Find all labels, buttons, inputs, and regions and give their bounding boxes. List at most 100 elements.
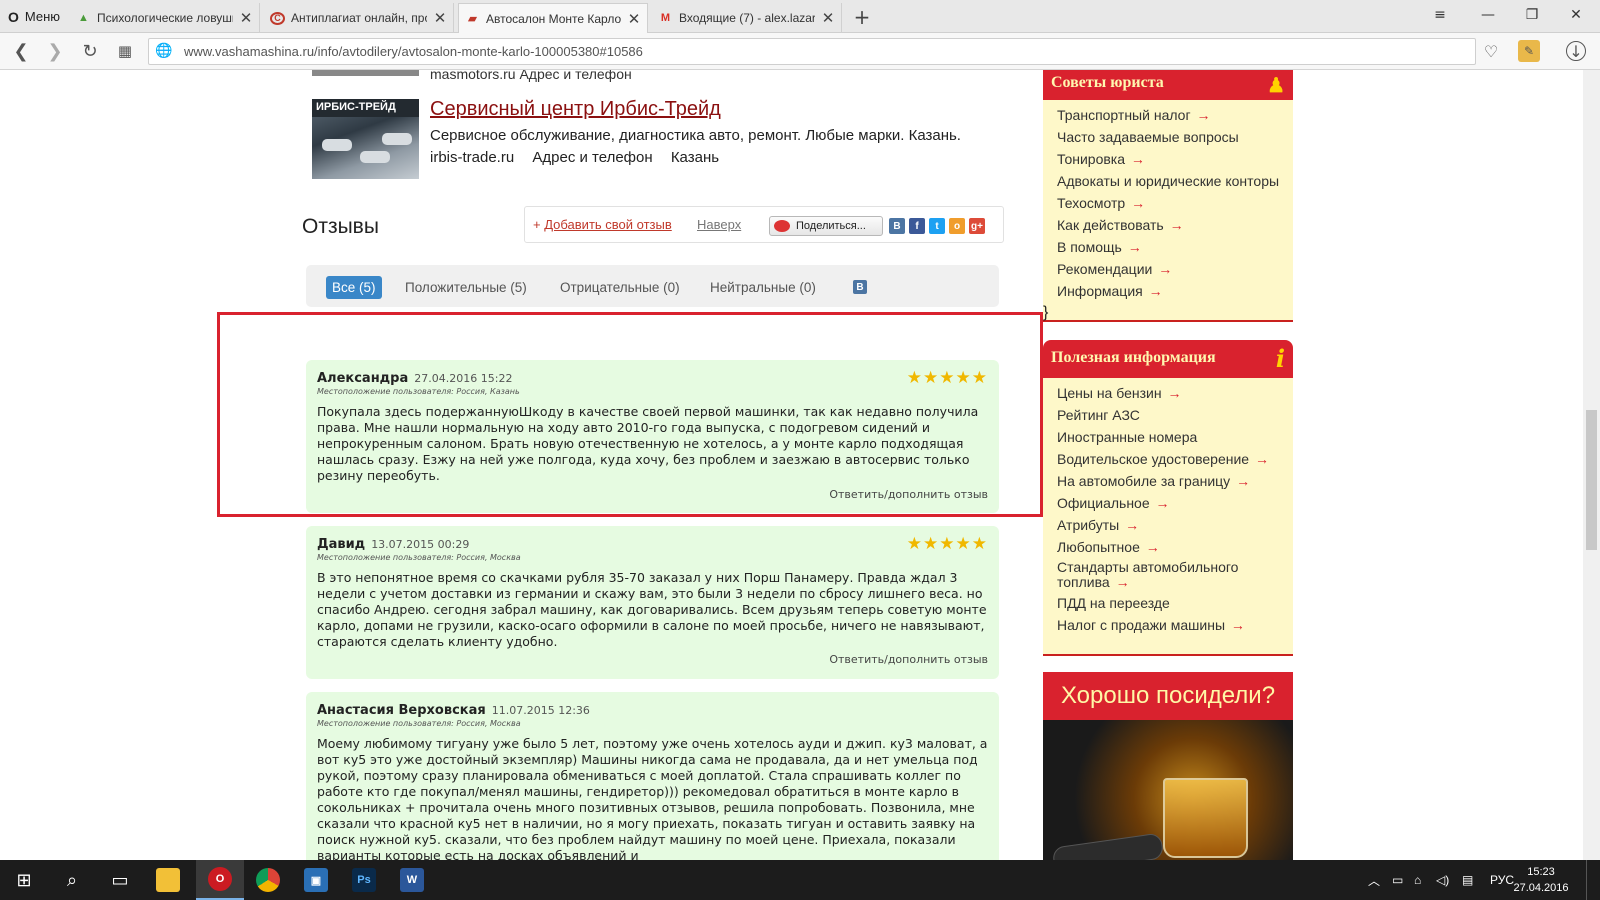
close-tab-icon[interactable]: ✕ xyxy=(433,9,447,27)
sidebar-item[interactable]: ПДД на переезде xyxy=(1057,594,1293,612)
tab-psychology[interactable]: ▲ Психологические ловушк ✕ xyxy=(70,3,260,33)
advert-banner[interactable]: Хорошо посидели? xyxy=(1043,672,1293,860)
opera-menu-button[interactable]: O Меню xyxy=(0,0,66,33)
service-center-meta: irbis-trade.ru Адрес и телефон Казань xyxy=(430,149,733,166)
sidebar-item[interactable]: Цены на бензин → xyxy=(1057,384,1293,402)
arrow-right-icon: → xyxy=(1125,517,1140,533)
back-icon[interactable]: ❮ xyxy=(8,38,34,64)
sidebar-item-label: Цены на бензин xyxy=(1057,385,1162,401)
arrow-right-icon: → xyxy=(1145,539,1160,555)
system-clock[interactable]: 15:23 27.04.2016 xyxy=(1506,864,1576,896)
sidebar-item-label: Как действовать xyxy=(1057,217,1164,233)
service-center-description: Сервисное обслуживание, диагностика авто… xyxy=(430,127,961,144)
url-text: www.vashamashina.ru/info/avtodilery/avto… xyxy=(184,44,643,59)
opera-logo-icon: O xyxy=(8,8,19,25)
tab-title: Антиплагиат онлайн, про xyxy=(291,11,427,25)
service-center-title-link[interactable]: Сервисный центр Ирбис-Трейд xyxy=(430,98,721,121)
tab-menu-icon[interactable]: ≡ xyxy=(1418,0,1462,30)
filter-negative[interactable]: Отрицательные (0) xyxy=(554,276,686,299)
sidebar-item[interactable]: Часто задаваемые вопросы xyxy=(1057,128,1293,146)
photoshop-taskbar-icon[interactable]: Ps xyxy=(340,860,388,900)
sidebar-info-list: Цены на бензин → Рейтинг АЗС Иностранные… xyxy=(1043,378,1293,634)
close-tab-icon[interactable]: ✕ xyxy=(627,10,641,28)
sidebar-item[interactable]: Официальное → xyxy=(1057,494,1293,512)
odnoklassniki-share-icon[interactable]: o xyxy=(949,218,965,234)
sidebar-item-label: Иностранные номера xyxy=(1057,429,1198,445)
sidebar-item[interactable]: Иностранные номера xyxy=(1057,428,1293,446)
battery-icon[interactable]: ▭ xyxy=(1392,860,1403,900)
new-tab-icon[interactable]: + xyxy=(852,5,872,29)
sidebar-item[interactable]: Информация → xyxy=(1057,282,1293,300)
sidebar-item[interactable]: Любопытное → xyxy=(1057,538,1293,556)
filter-neutral[interactable]: Нейтральные (0) xyxy=(704,276,822,299)
sidebar-item-label: Любопытное xyxy=(1057,539,1140,555)
speed-dial-grid-icon[interactable]: ▦ xyxy=(112,38,138,64)
sidebar-item[interactable]: Рейтинг АЗС xyxy=(1057,406,1293,424)
sidebar-item[interactable]: В помощь → xyxy=(1057,238,1293,256)
add-review-link[interactable]: + Добавить свой отзыв xyxy=(533,217,672,232)
search-icon[interactable]: ⌕ xyxy=(48,860,96,900)
opera-taskbar-icon[interactable]: O xyxy=(196,860,244,900)
network-icon[interactable]: ⌂ xyxy=(1414,860,1421,900)
notifications-icon[interactable]: ▤ xyxy=(1462,860,1473,900)
minimize-icon[interactable]: — xyxy=(1466,0,1510,30)
sidebar-item[interactable]: Техосмотр → xyxy=(1057,194,1293,212)
twitter-share-icon[interactable]: t xyxy=(929,218,945,234)
chrome-taskbar-icon[interactable] xyxy=(244,860,292,900)
sidebar-item[interactable]: Транспортный налог → xyxy=(1057,106,1293,124)
sidebar-item[interactable]: Налог с продажи машины → xyxy=(1057,616,1293,634)
service-center-image[interactable]: ИРБИС-ТРЕЙД xyxy=(312,99,419,179)
extension-icon[interactable]: ✎ xyxy=(1518,40,1540,62)
scrollbar-thumb[interactable] xyxy=(1586,410,1597,550)
tab-antiplagiat[interactable]: C Антиплагиат онлайн, про ✕ xyxy=(264,3,454,33)
sidebar-item-label: Водительское удостоверение xyxy=(1057,451,1250,467)
windows-start-icon[interactable]: ⊞ xyxy=(0,860,48,900)
share-button[interactable]: Поделиться... xyxy=(769,216,883,236)
service-address-link[interactable]: Адрес и телефон xyxy=(532,149,652,166)
sidebar-item[interactable]: Тонировка → xyxy=(1057,150,1293,168)
filter-all[interactable]: Все (5) xyxy=(326,276,382,299)
sidebar-item[interactable]: Стандарты автомобильного топлива → xyxy=(1057,560,1257,590)
windows-taskbar: ⊞ ⌕ ▭ O ▣ Ps W ︿ ▭ ⌂ ◁) ▤ РУС 15:23 27.0… xyxy=(0,860,1600,900)
tab-gmail[interactable]: M Входящие (7) - alex.lazare ✕ xyxy=(652,3,842,33)
volume-icon[interactable]: ◁) xyxy=(1436,860,1449,900)
arrow-right-icon: → xyxy=(1196,107,1211,123)
sidebar-item[interactable]: Как действовать → xyxy=(1057,216,1293,234)
show-hidden-icons-icon[interactable]: ︿ xyxy=(1368,860,1380,900)
page-scrollbar[interactable] xyxy=(1583,70,1600,860)
filter-positive[interactable]: Положительные (5) xyxy=(399,276,533,299)
sidebar-item-label: Информация xyxy=(1057,283,1143,299)
show-desktop-button[interactable] xyxy=(1586,860,1596,900)
file-explorer-icon[interactable] xyxy=(144,860,192,900)
filter-vk-icon[interactable]: В xyxy=(853,280,867,294)
sidebar-item[interactable]: Адвокаты и юридические конторы xyxy=(1057,172,1293,190)
googleplus-share-icon[interactable]: g+ xyxy=(969,218,985,234)
facebook-share-icon[interactable]: f xyxy=(909,218,925,234)
reload-icon[interactable]: ↻ xyxy=(77,38,103,64)
service-site-link[interactable]: irbis-trade.ru xyxy=(430,149,514,166)
restore-icon[interactable]: ❐ xyxy=(1510,0,1554,30)
download-icon[interactable]: ↓ xyxy=(1566,41,1586,61)
copyright-favicon-icon: C xyxy=(270,11,285,25)
forward-icon[interactable]: ❯ xyxy=(42,38,68,64)
app-taskbar-icon[interactable]: ▣ xyxy=(292,860,340,900)
sidebar-item[interactable]: Атрибуты → xyxy=(1057,516,1293,534)
to-top-link[interactable]: Наверх xyxy=(697,217,741,232)
word-taskbar-icon[interactable]: W xyxy=(388,860,436,900)
review-date: 11.07.2015 12:36 xyxy=(491,704,590,717)
close-window-icon[interactable]: ✕ xyxy=(1554,0,1598,30)
info-icon: i xyxy=(1275,344,1285,373)
sidebar-item[interactable]: Рекомендации → xyxy=(1057,260,1293,278)
sidebar-item[interactable]: На автомобиле за границу → xyxy=(1057,472,1293,490)
review-reply-link[interactable]: Ответить/дополнить отзыв xyxy=(829,653,988,666)
folder-shape xyxy=(156,868,180,892)
close-tab-icon[interactable]: ✕ xyxy=(821,9,835,27)
bookmark-heart-icon[interactable]: ♡ xyxy=(1478,38,1504,64)
review-filter-bar: Все (5) Положительные (5) Отрицательные … xyxy=(306,265,999,307)
task-view-icon[interactable]: ▭ xyxy=(96,860,144,900)
close-tab-icon[interactable]: ✕ xyxy=(239,9,253,27)
url-field[interactable]: 🌐 www.vashamashina.ru/info/avtodilery/av… xyxy=(148,38,1476,65)
sidebar-item[interactable]: Водительское удостоверение → xyxy=(1057,450,1293,468)
tab-avtosalon[interactable]: ▰ Автосалон Монте Карло ✕ xyxy=(458,3,648,33)
vk-share-icon[interactable]: В xyxy=(889,218,905,234)
